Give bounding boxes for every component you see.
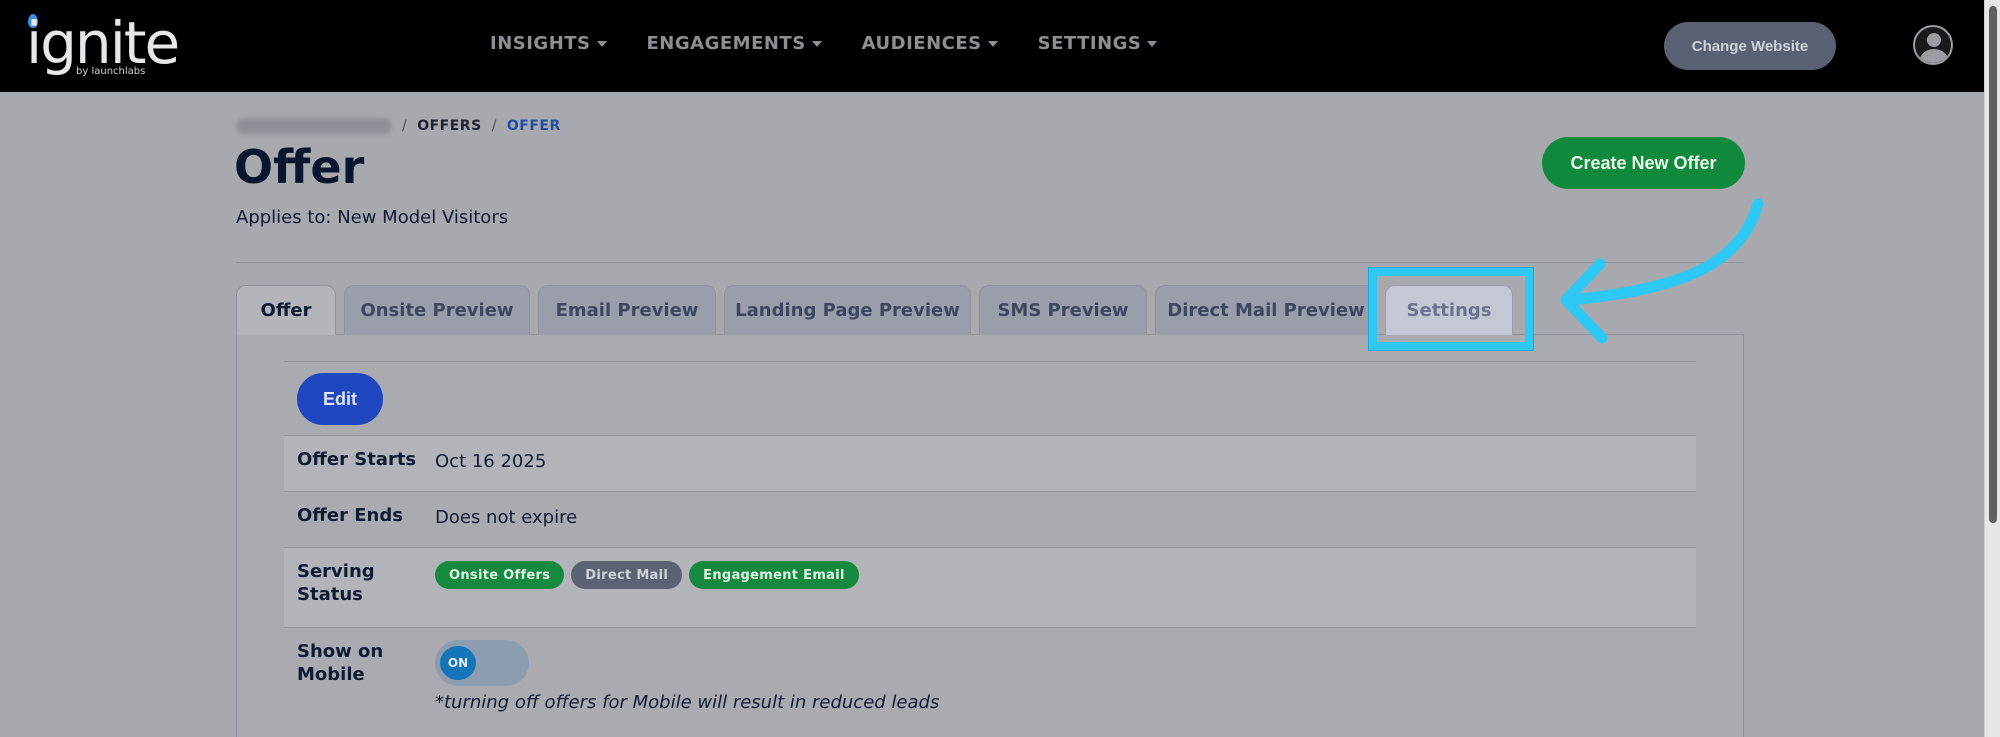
breadcrumb: / OFFERS / OFFER <box>236 118 561 134</box>
breadcrumb-offers[interactable]: OFFERS <box>417 118 481 134</box>
breadcrumb-offer: OFFER <box>506 118 561 134</box>
status-badge-direct-mail: Direct Mail <box>571 561 683 589</box>
breadcrumb-redacted-item[interactable] <box>236 118 392 134</box>
show-on-mobile-toggle[interactable]: ON <box>435 640 529 686</box>
offer-ends-value: Does not expire <box>435 507 578 528</box>
breadcrumb-separator: / <box>491 118 497 134</box>
serving-status-badges: Onsite Offers Direct Mail Engagement Ema… <box>435 561 859 589</box>
serving-status-label: Serving Status <box>297 561 375 605</box>
row-show-on-mobile: Show on Mobile ON *turning off offers fo… <box>284 627 1696 737</box>
caret-down-icon <box>596 40 607 47</box>
tab-offer[interactable]: Offer <box>236 285 336 335</box>
top-navbar: ignite by launchlabs INSIGHTS ENGAGEMENT… <box>0 0 1984 92</box>
tab-onsite-preview[interactable]: Onsite Preview <box>344 285 530 335</box>
toggle-on-indicator: ON <box>440 646 476 680</box>
avatar-body <box>1920 49 1948 63</box>
caret-down-icon <box>1147 40 1158 47</box>
status-badge-onsite-offers: Onsite Offers <box>435 561 565 589</box>
nav-insights-label: INSIGHTS <box>490 33 591 54</box>
nav-engagements-label: ENGAGEMENTS <box>646 33 806 54</box>
nav-audiences[interactable]: AUDIENCES <box>862 33 998 54</box>
page-title: Offer <box>234 140 365 194</box>
breadcrumb-separator: / <box>402 118 408 134</box>
edit-button[interactable]: Edit <box>297 373 383 425</box>
change-website-button[interactable]: Change Website <box>1664 22 1836 70</box>
nav-insights[interactable]: INSIGHTS <box>490 33 607 54</box>
caret-down-icon <box>811 40 822 47</box>
page-scrollbar[interactable] <box>1984 0 2000 737</box>
mobile-warning-note: *turning off offers for Mobile will resu… <box>435 692 940 713</box>
offer-starts-value: Oct 16 2025 <box>435 451 547 472</box>
applies-to-text: Applies to: New Model Visitors <box>236 207 509 228</box>
show-on-mobile-label: Show on Mobile <box>297 641 384 685</box>
tab-email-preview[interactable]: Email Preview <box>538 285 716 335</box>
tab-landing-page-preview[interactable]: Landing Page Preview <box>724 285 971 335</box>
tab-sms-preview[interactable]: SMS Preview <box>979 285 1147 335</box>
ignite-logo[interactable]: ignite by launchlabs <box>26 10 180 82</box>
header-divider <box>236 262 1744 263</box>
offer-starts-label: Offer Starts <box>297 449 417 470</box>
row-offer-starts: Offer Starts Oct 16 2025 <box>284 435 1696 491</box>
curved-arrow-icon <box>1560 198 1764 344</box>
scrollbar-thumb[interactable] <box>1989 6 1997 523</box>
edit-row <box>284 361 1696 435</box>
offer-ends-label: Offer Ends <box>297 505 403 526</box>
main-nav: INSIGHTS ENGAGEMENTS AUDIENCES SETTINGS <box>490 33 1158 54</box>
nav-settings[interactable]: SETTINGS <box>1038 33 1158 54</box>
status-badge-engagement-email: Engagement Email <box>689 561 859 589</box>
row-serving-status: Serving Status Onsite Offers Direct Mail… <box>284 547 1696 627</box>
logo-byline: by launchlabs <box>76 66 146 77</box>
avatar-head <box>1927 33 1941 47</box>
settings-tab-highlight <box>1369 268 1533 350</box>
create-new-offer-button[interactable]: Create New Offer <box>1542 137 1745 189</box>
nav-settings-label: SETTINGS <box>1037 33 1142 54</box>
tab-direct-mail-preview[interactable]: Direct Mail Preview <box>1155 285 1377 335</box>
caret-down-icon <box>987 40 998 47</box>
nav-audiences-label: AUDIENCES <box>861 33 982 54</box>
user-circle-icon[interactable] <box>1913 25 1953 65</box>
nav-engagements[interactable]: ENGAGEMENTS <box>647 33 822 54</box>
row-offer-ends: Offer Ends Does not expire <box>284 491 1696 547</box>
